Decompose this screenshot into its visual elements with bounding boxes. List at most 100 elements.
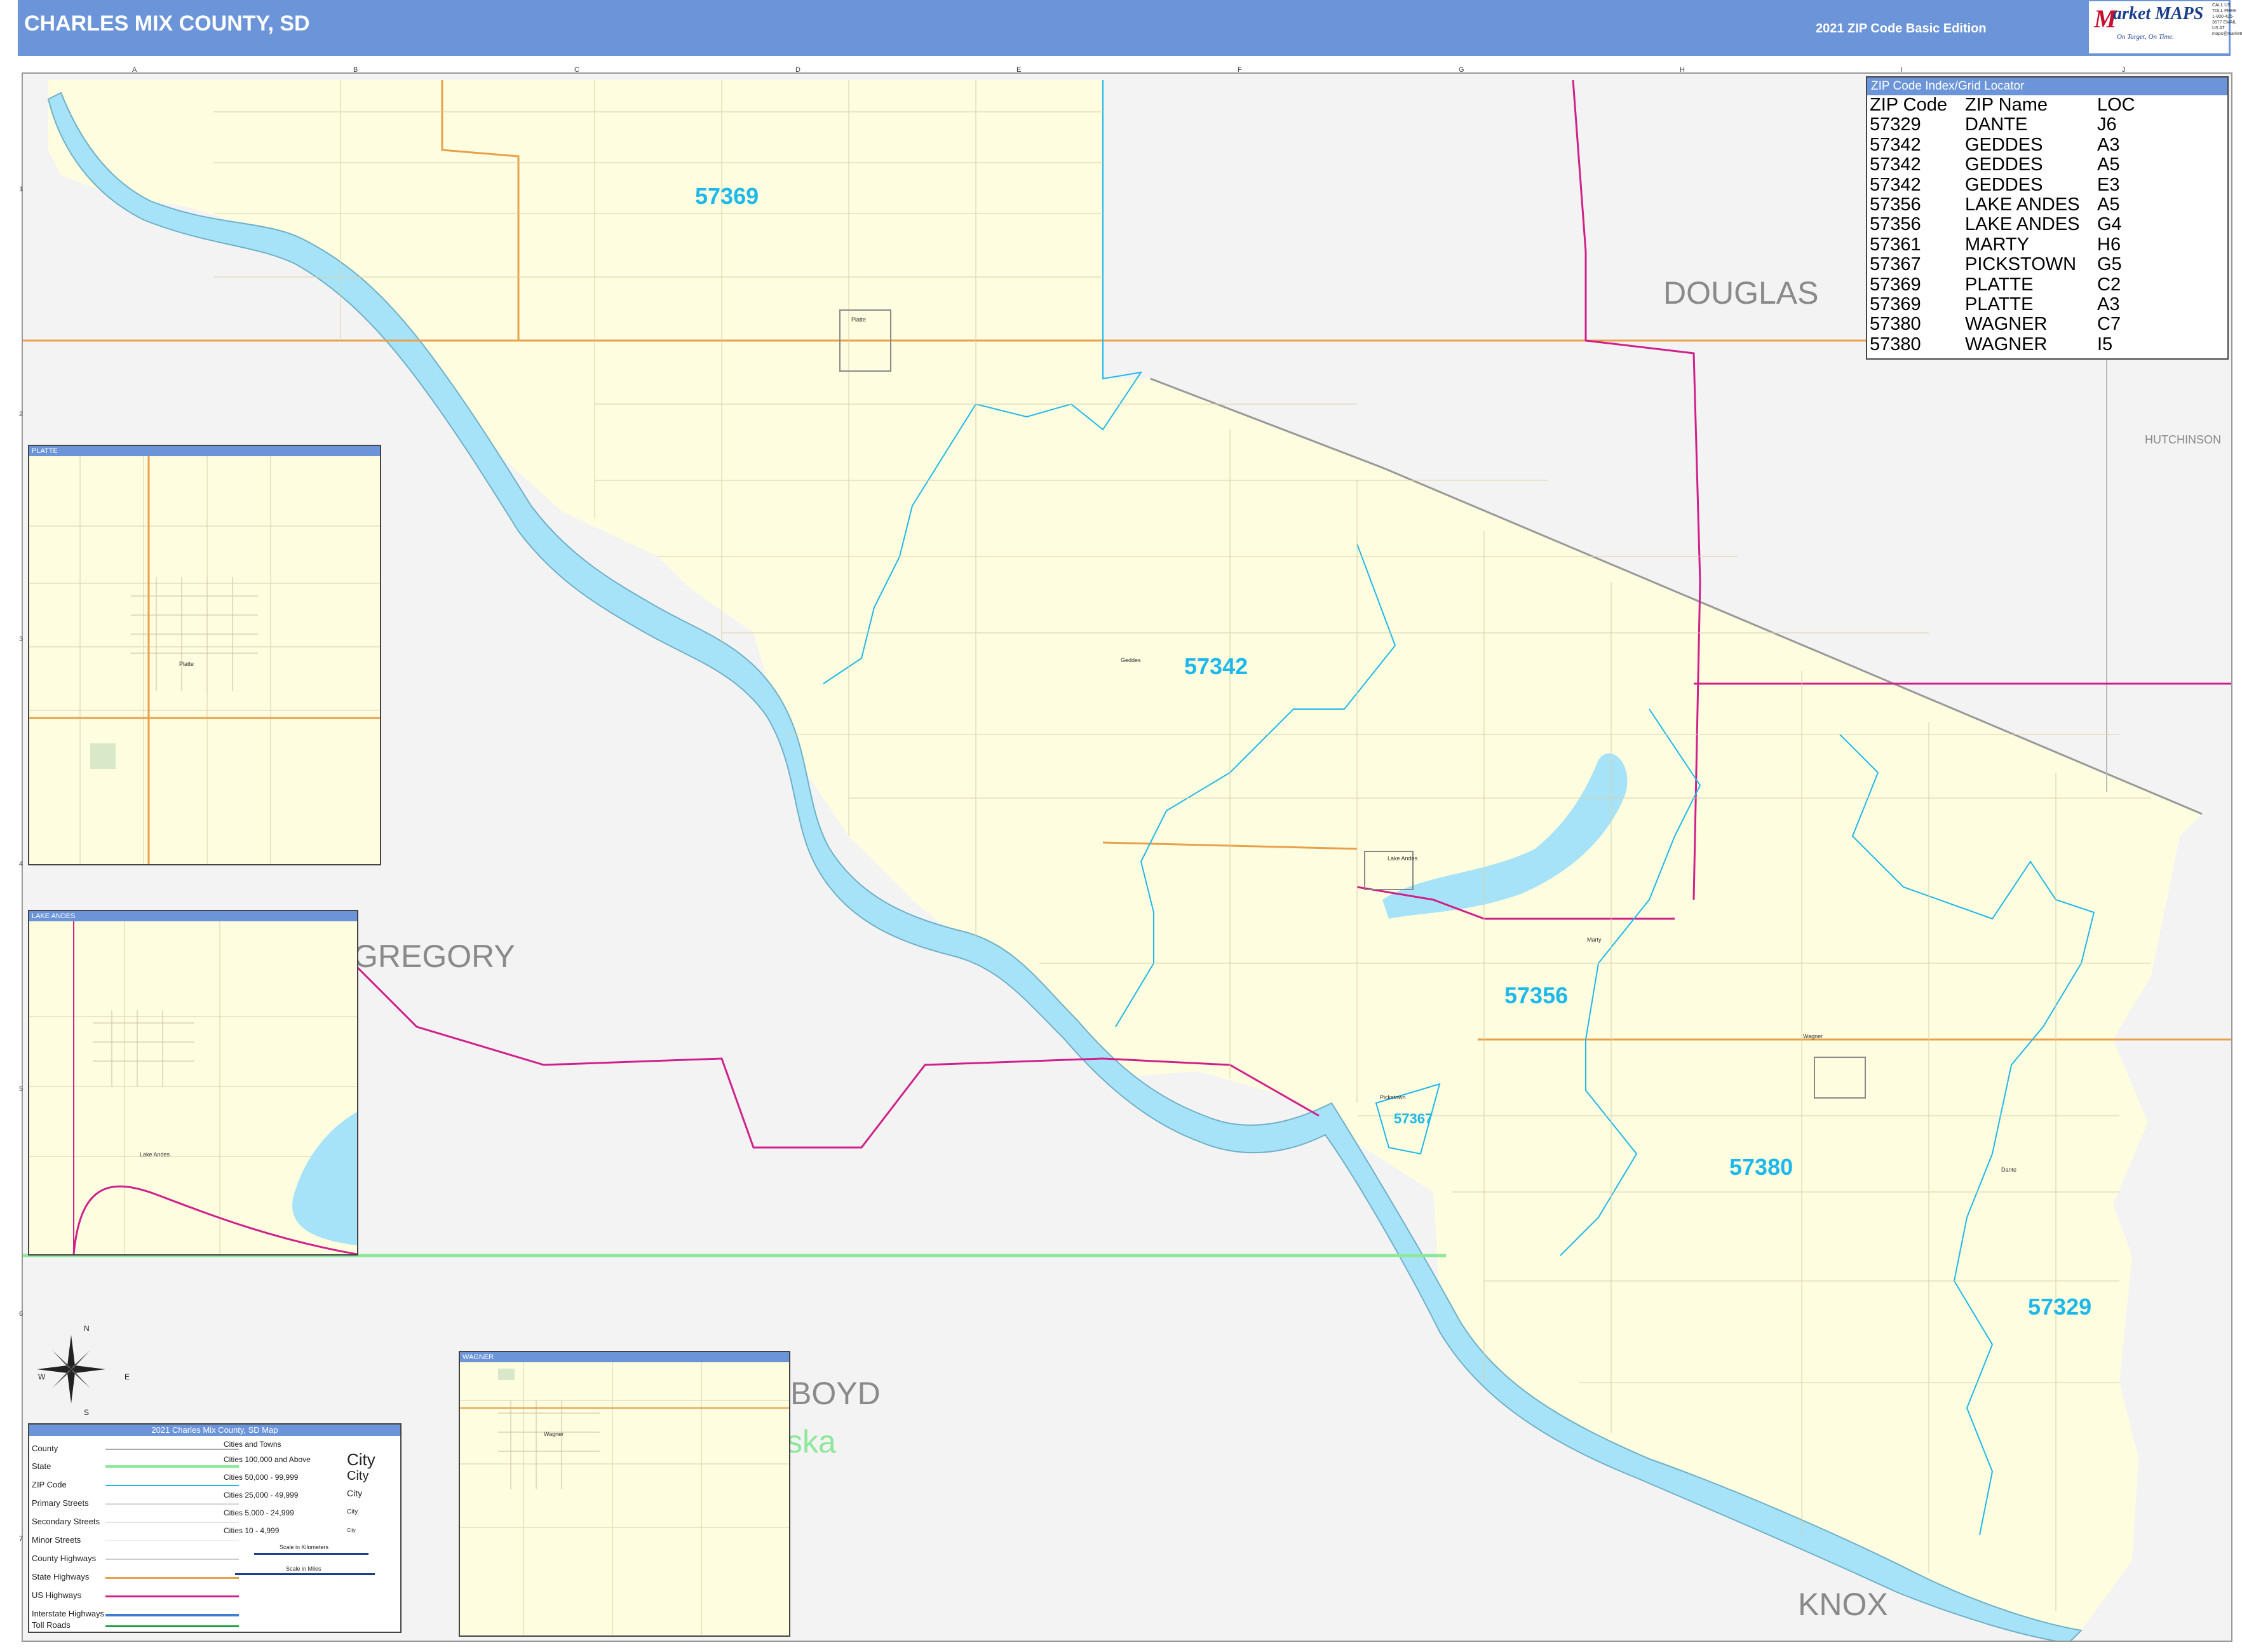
- zip-name-cell: LAKE ANDES: [1965, 214, 2080, 235]
- scale-bars: Scale in Kilometers Scale in Miles: [235, 1544, 381, 1588]
- scale-km-bar: [254, 1553, 368, 1555]
- zip-name-cell: PLATTE: [1965, 294, 2034, 315]
- table-row: 57356 LAKE ANDES G4: [1870, 214, 2135, 235]
- legend-minor-line: [105, 1540, 239, 1541]
- zip-cell: 57367: [1870, 254, 1921, 275]
- legend-secondary: Secondary Streets: [32, 1517, 100, 1526]
- logo-tagline: On Target, On Time.: [2117, 33, 2174, 41]
- legend-city-sample-5: City: [347, 1527, 356, 1533]
- grid-number-3: 3: [19, 635, 24, 643]
- inset-platte-title: PLATTE: [29, 446, 380, 456]
- county-label-gregory: GREGORY: [353, 938, 515, 974]
- legend-city-tier-1: Cities 100,000 and Above: [224, 1455, 311, 1464]
- zip-index-header-row: ZIP Code ZIP Name LOC: [1870, 95, 2135, 115]
- compass-east: E: [125, 1372, 130, 1381]
- legend-zip: ZIP Code: [32, 1480, 67, 1489]
- inset-wagner-town: Wagner: [544, 1431, 564, 1437]
- compass-north: N: [84, 1324, 90, 1333]
- zip-cell: 57380: [1870, 314, 1921, 335]
- place-label-marty: Marty: [1587, 937, 1602, 943]
- zip-name-cell: WAGNER: [1965, 314, 2048, 335]
- grid-letter-a: A: [132, 66, 137, 74]
- zip-label-57369[interactable]: 57369: [695, 183, 759, 210]
- zip-cell: 57356: [1870, 214, 1921, 235]
- table-row: 57380 WAGNER I5: [1870, 334, 2135, 355]
- legend-title: 2021 Charles Mix County, SD Map: [29, 1425, 400, 1436]
- zip-cell: 57369: [1870, 274, 1921, 295]
- table-row: 57356 LAKE ANDES A5: [1870, 194, 2135, 215]
- legend-city-sample-3: City: [347, 1488, 363, 1498]
- zip-index-title: ZIP Code Index/Grid Locator: [1867, 78, 2227, 95]
- table-row: 57342 GEDDES E3: [1870, 175, 2135, 195]
- grid-letter-j: J: [2122, 66, 2126, 74]
- grid-letter-e: E: [1016, 66, 1022, 74]
- zip-loc-cell: A3: [2097, 134, 2120, 155]
- zip-index-col-zip: ZIP Code: [1870, 95, 1947, 115]
- compass-west: W: [38, 1372, 46, 1381]
- zip-label-57342[interactable]: 57342: [1184, 653, 1248, 680]
- zip-loc-cell: E3: [2097, 174, 2120, 195]
- zip-loc-cell: J6: [2097, 114, 2117, 135]
- zip-cell: 57342: [1870, 174, 1921, 195]
- grid-letter-d: D: [795, 66, 800, 74]
- county-label-hutchinson: HUTCHINSON: [2145, 433, 2221, 446]
- grid-number-4: 4: [19, 860, 24, 868]
- inset-platte-map: [29, 456, 380, 864]
- inset-wagner-map: [460, 1362, 789, 1635]
- legend-city-sample-1: City: [347, 1450, 375, 1469]
- place-label-dante: Dante: [2001, 1167, 2017, 1173]
- legend-city-tier-4: Cities 5,000 - 24,999: [224, 1508, 294, 1517]
- grid-number-2: 2: [19, 410, 24, 418]
- legend-city-tier-2: Cities 50,000 - 99,999: [224, 1473, 299, 1482]
- zip-loc-cell: C7: [2097, 314, 2121, 335]
- inset-wagner[interactable]: WAGNER Wagner: [459, 1351, 790, 1637]
- zip-name-cell: WAGNER: [1965, 334, 2048, 355]
- contact-info: CALL US TOLL FREE 1-800-425-3677 EMAIL U…: [2212, 3, 2242, 36]
- inset-platte[interactable]: PLATTE Platte: [28, 445, 381, 865]
- grid-number-1: 1: [19, 186, 24, 193]
- zip-cell: 57342: [1870, 134, 1921, 155]
- zip-name-cell: DANTE: [1965, 114, 2028, 135]
- table-row: 57369 PLATTE A3: [1870, 294, 2135, 315]
- zip-name-cell: LAKE ANDES: [1965, 194, 2080, 215]
- grid-letter-b: B: [353, 66, 358, 74]
- zip-label-57356[interactable]: 57356: [1504, 982, 1568, 1009]
- legend-county-hwy-line: [105, 1559, 239, 1560]
- inset-lake-andes[interactable]: LAKE ANDES Lake Andes: [28, 910, 358, 1256]
- grid-number-5: 5: [19, 1085, 24, 1093]
- inset-platte-town: Platte: [179, 661, 194, 667]
- zip-name-cell: PICKSTOWN: [1965, 254, 2077, 275]
- legend-zip-line: [105, 1485, 239, 1486]
- table-row: 57342 GEDDES A5: [1870, 154, 2135, 175]
- inset-wagner-title: WAGNER: [460, 1352, 789, 1362]
- legend-state-hwy: State Highways: [32, 1572, 90, 1581]
- zip-cell: 57356: [1870, 194, 1921, 215]
- zip-label-57367[interactable]: 57367: [1394, 1111, 1433, 1127]
- zip-label-57380[interactable]: 57380: [1729, 1154, 1793, 1181]
- legend-toll-line: [105, 1625, 239, 1627]
- zip-loc-cell: A3: [2097, 294, 2120, 315]
- zip-label-57329[interactable]: 57329: [2028, 1294, 2091, 1320]
- county-label-douglas: DOUGLAS: [1663, 275, 1819, 311]
- legend-us-hwy: US Highways: [32, 1590, 82, 1600]
- inset-lake-andes-title: LAKE ANDES: [29, 911, 357, 921]
- legend-toll: Toll Roads: [32, 1620, 71, 1630]
- scale-km-label: Scale in Kilometers: [280, 1544, 329, 1550]
- legend-cities-header: Cities and Towns: [224, 1440, 281, 1449]
- zip-loc-cell: A5: [2097, 154, 2120, 175]
- header-bar: CHARLES MIX COUNTY, SD 2021 ZIP Code Bas…: [18, 0, 2231, 56]
- zip-index-col-name: ZIP Name: [1965, 95, 2048, 115]
- market-maps-logo[interactable]: M arket MAPS On Target, On Time.: [2089, 1, 2229, 53]
- inset-lake-andes-map: [29, 921, 357, 1254]
- place-label-geddes: Geddes: [1121, 657, 1141, 663]
- table-row: 57369 PLATTE C2: [1870, 274, 2135, 295]
- inset-lake-andes-town: Lake Andes: [140, 1151, 170, 1158]
- grid-letter-c: C: [574, 66, 579, 74]
- legend-city-tier-5: Cities 10 - 4,999: [224, 1526, 280, 1535]
- zip-name-cell: GEDDES: [1965, 134, 2043, 155]
- zip-loc-cell: G5: [2097, 254, 2122, 275]
- zip-cell: 57361: [1870, 234, 1921, 255]
- zip-code-index: ZIP Code Index/Grid Locator ZIP Code ZIP…: [1866, 76, 2229, 360]
- zip-name-cell: PLATTE: [1965, 274, 2034, 295]
- zip-name-cell: GEDDES: [1965, 154, 2043, 175]
